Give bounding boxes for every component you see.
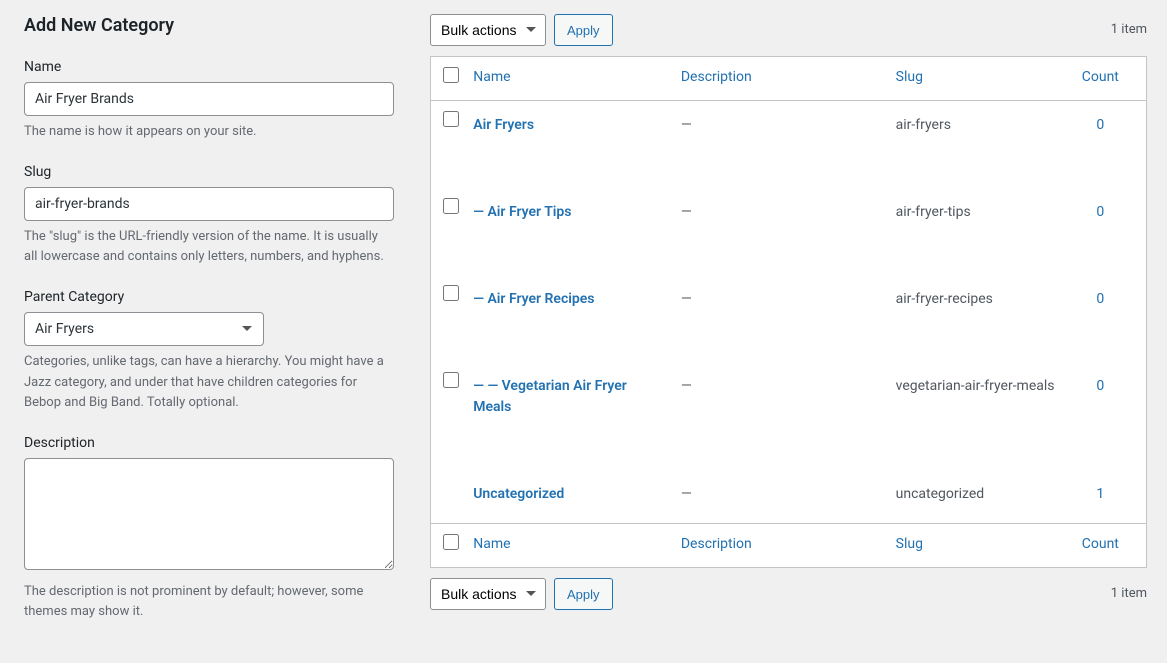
description-hint: The description is not prominent by defa…	[24, 582, 394, 622]
category-slug: air-fryer-tips	[886, 188, 1065, 275]
bulk-actions-select-bottom[interactable]: Bulk actions	[430, 578, 546, 610]
row-checkbox[interactable]	[443, 198, 459, 214]
table-row: — — Vegetarian Air Fryer Meals — vegetar…	[431, 362, 1147, 470]
header-count[interactable]: Count	[1065, 57, 1147, 101]
category-count-link[interactable]: 0	[1096, 291, 1104, 307]
category-slug: air-fryers	[886, 101, 1065, 189]
name-input[interactable]	[24, 82, 394, 116]
category-description: —	[671, 362, 886, 470]
select-all-bottom[interactable]	[443, 534, 459, 550]
slug-label: Slug	[24, 162, 394, 183]
footer-description[interactable]: Description	[671, 524, 886, 568]
category-name-link[interactable]: — Air Fryer Tips	[473, 204, 571, 220]
header-name[interactable]: Name	[463, 57, 671, 101]
form-heading: Add New Category	[24, 12, 394, 39]
tablenav-top: Bulk actions Apply 1 item	[430, 12, 1147, 48]
category-name-link[interactable]: — Air Fryer Recipes	[473, 291, 594, 307]
name-hint: The name is how it appears on your site.	[24, 122, 394, 142]
category-name-link[interactable]: Air Fryers	[473, 117, 534, 133]
name-field-group: Name The name is how it appears on your …	[24, 57, 394, 142]
category-name-link[interactable]: — — Vegetarian Air Fryer Meals	[473, 378, 627, 415]
apply-button-bottom[interactable]: Apply	[554, 578, 613, 610]
table-row: Uncategorized — uncategorized 1	[431, 470, 1147, 524]
table-row: — Air Fryer Recipes — air-fryer-recipes …	[431, 275, 1147, 362]
category-description: —	[671, 470, 886, 524]
row-checkbox[interactable]	[443, 285, 459, 301]
category-name-link[interactable]: Uncategorized	[473, 486, 564, 502]
category-count-link[interactable]: 1	[1096, 486, 1104, 502]
slug-field-group: Slug The "slug" is the URL-friendly vers…	[24, 162, 394, 267]
row-checkbox[interactable]	[443, 372, 459, 388]
item-count-bottom: 1 item	[1111, 584, 1147, 604]
category-count-link[interactable]: 0	[1096, 204, 1104, 220]
row-checkbox[interactable]	[443, 111, 459, 127]
bulk-actions-select-top[interactable]: Bulk actions	[430, 14, 546, 46]
name-label: Name	[24, 57, 394, 78]
description-textarea[interactable]	[24, 458, 394, 570]
category-description: —	[671, 275, 886, 362]
description-field-group: Description The description is not promi…	[24, 433, 394, 623]
footer-count[interactable]: Count	[1065, 524, 1147, 568]
parent-label: Parent Category	[24, 287, 394, 308]
header-description[interactable]: Description	[671, 57, 886, 101]
category-slug: uncategorized	[886, 470, 1065, 524]
add-category-form: Add New Category Name The name is how it…	[24, 12, 394, 643]
description-label: Description	[24, 433, 394, 454]
category-description: —	[671, 188, 886, 275]
parent-select[interactable]: Air Fryers	[24, 312, 264, 346]
category-description: —	[671, 101, 886, 189]
apply-button-top[interactable]: Apply	[554, 14, 613, 46]
select-all-top[interactable]	[443, 67, 459, 83]
header-slug[interactable]: Slug	[886, 57, 1065, 101]
category-count-link[interactable]: 0	[1096, 117, 1104, 133]
footer-slug[interactable]: Slug	[886, 524, 1065, 568]
category-slug: vegetarian-air-fryer-meals	[886, 362, 1065, 470]
footer-name[interactable]: Name	[463, 524, 671, 568]
tablenav-bottom: Bulk actions Apply 1 item	[430, 576, 1147, 612]
category-slug: air-fryer-recipes	[886, 275, 1065, 362]
table-row: Air Fryers — air-fryers 0	[431, 101, 1147, 189]
slug-input[interactable]	[24, 187, 394, 221]
parent-field-group: Parent Category Air Fryers Categories, u…	[24, 287, 394, 412]
category-count-link[interactable]: 0	[1096, 378, 1104, 394]
item-count-top: 1 item	[1111, 20, 1147, 40]
table-row: — Air Fryer Tips — air-fryer-tips 0	[431, 188, 1147, 275]
categories-table: Name Description Slug Count Air Fryers —…	[430, 56, 1147, 568]
slug-hint: The "slug" is the URL-friendly version o…	[24, 227, 394, 267]
parent-hint: Categories, unlike tags, can have a hier…	[24, 352, 394, 412]
